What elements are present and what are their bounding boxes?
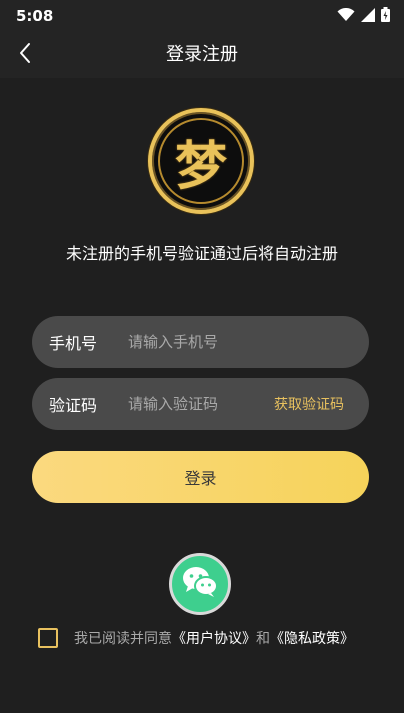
wechat-login-button[interactable]	[169, 553, 231, 615]
agreement-prefix: 我已阅读并同意	[74, 631, 172, 647]
code-field-label: 验证码	[49, 396, 98, 415]
code-field: 验证码 获取验证码	[32, 378, 369, 430]
nav-bar: 登录注册	[0, 32, 404, 78]
user-agreement-link[interactable]: 《用户协议》	[172, 628, 256, 648]
agreement-row: 我已阅读并同意 《用户协议》 和 《隐私政策》	[38, 627, 354, 649]
battery-icon	[381, 6, 390, 26]
status-time: 5:08	[16, 7, 54, 25]
agreement-conjunction: 和	[256, 631, 270, 647]
privacy-policy-link[interactable]: 《隐私政策》	[270, 628, 354, 648]
code-input[interactable]	[128, 378, 268, 430]
status-bar: 5:08	[0, 0, 404, 32]
page-title: 登录注册	[166, 44, 238, 65]
wechat-icon	[180, 564, 220, 604]
wifi-icon	[337, 7, 355, 26]
agreement-checkbox[interactable]	[38, 628, 58, 648]
back-button[interactable]	[10, 40, 40, 70]
signal-icon	[361, 7, 375, 26]
get-code-button[interactable]: 获取验证码	[274, 394, 344, 414]
chevron-left-icon	[18, 42, 32, 68]
phone-field: 手机号	[32, 316, 369, 368]
status-icons	[337, 6, 390, 26]
login-button[interactable]: 登录	[32, 451, 369, 503]
phone-input[interactable]	[128, 316, 353, 368]
logo-glyph: 梦	[158, 118, 244, 204]
app-logo: 梦	[148, 108, 254, 214]
auto-register-hint: 未注册的手机号验证通过后将自动注册	[65, 244, 338, 263]
phone-field-label: 手机号	[49, 334, 98, 353]
